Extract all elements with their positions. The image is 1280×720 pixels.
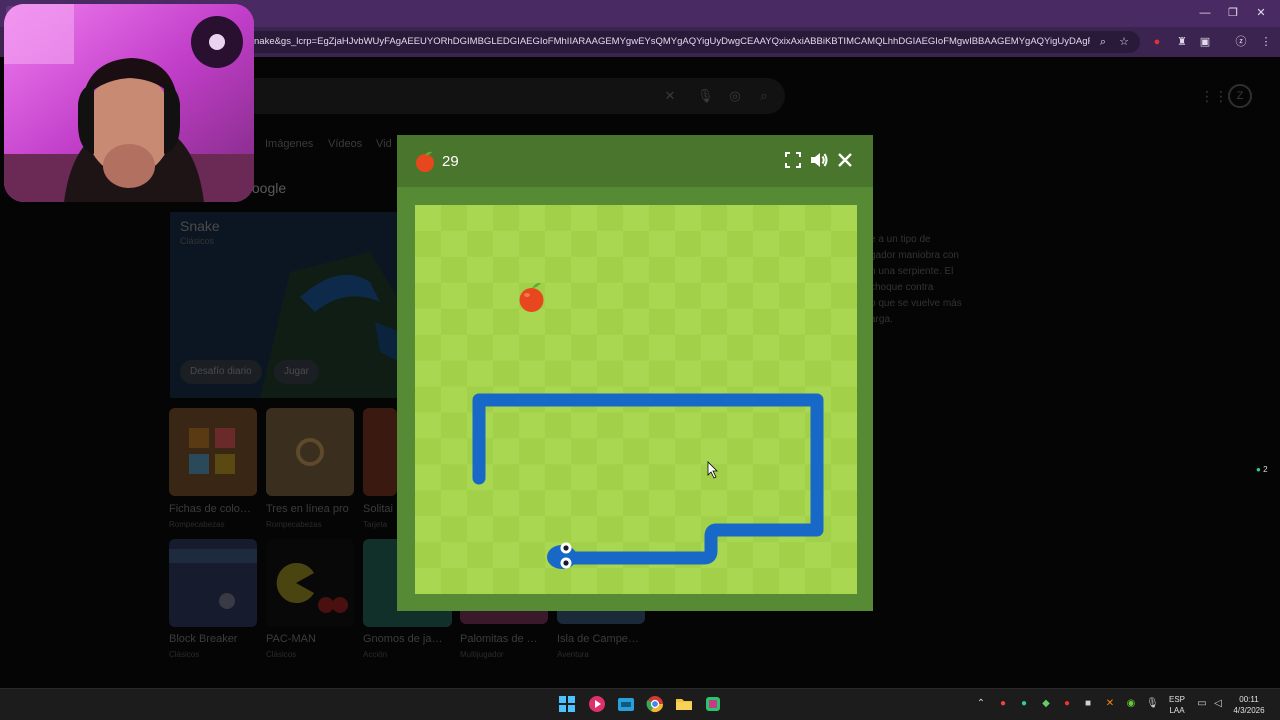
game-thumbnail-art	[266, 408, 354, 496]
game-category: Aventura	[557, 650, 589, 659]
game-category: Clásicos	[266, 650, 297, 659]
store-app-icon[interactable]	[617, 695, 635, 713]
game-title[interactable]: Block Breaker	[169, 633, 261, 645]
media-player-icon[interactable]	[588, 695, 606, 713]
clock-time[interactable]: 00:11	[1228, 695, 1270, 704]
game-thumbnail-art	[169, 539, 257, 627]
app-icon[interactable]	[704, 695, 722, 713]
close-icon[interactable]	[835, 150, 855, 170]
description-line: o que se vuelve más	[870, 298, 962, 309]
show-hidden-icons-icon[interactable]: ⌃	[975, 698, 987, 710]
language-sub-indicator[interactable]: LAA	[1166, 706, 1188, 715]
play-button[interactable]: Jugar	[274, 360, 320, 384]
voice-search-icon[interactable]: 🎙	[697, 88, 714, 104]
description-line: arga.	[870, 314, 893, 325]
game-title[interactable]: Solitai	[363, 503, 397, 515]
featured-game-title: Snake	[180, 218, 220, 234]
game-thumbnail[interactable]	[363, 408, 397, 496]
tray-app-icon[interactable]: ■	[1082, 698, 1094, 710]
tray-app-icon[interactable]: ●	[1061, 698, 1073, 710]
daily-challenge-button[interactable]: Desafío diario	[180, 360, 262, 384]
tray-app-icon[interactable]: ●	[1018, 698, 1030, 710]
game-title[interactable]: Isla de Campe…	[557, 633, 649, 645]
game-thumbnail[interactable]	[169, 408, 257, 496]
browser-menu-icon[interactable]: ⋮	[1259, 35, 1273, 49]
windows-start-icon[interactable]	[558, 695, 576, 713]
description-line: n una serpiente. El	[870, 266, 954, 277]
game-thumbnail[interactable]	[266, 539, 354, 627]
description-line: choque contra	[870, 282, 934, 293]
notification-badge[interactable]: ● 2	[1256, 465, 1278, 475]
close-window-icon[interactable]: ✕	[1252, 5, 1270, 21]
speaker-icon[interactable]: ◁	[1212, 698, 1224, 710]
profile-avatar-icon[interactable]: ⓩ	[1234, 35, 1248, 49]
snake-game-window: 29	[397, 135, 873, 611]
game-category: Tarjeta	[363, 520, 388, 529]
microphone-icon[interactable]: 🎙	[1146, 698, 1159, 710]
minimize-icon[interactable]: —	[1196, 5, 1214, 21]
game-thumbnail[interactable]	[266, 408, 354, 496]
streamer-webcam-image	[4, 4, 254, 202]
game-category: Acción	[363, 650, 388, 659]
tab-videos[interactable]: Vídeos	[328, 138, 362, 150]
webcam-overlay	[4, 4, 254, 202]
restore-icon[interactable]: ❐	[1224, 5, 1242, 21]
tray-app-icon[interactable]: ◆	[1040, 698, 1052, 710]
score-value: 29	[442, 153, 459, 170]
image-search-icon[interactable]: ◎	[727, 88, 743, 104]
extension-icon[interactable]: ♜	[1175, 35, 1189, 49]
network-icon[interactable]: ▭	[1196, 698, 1208, 710]
game-title[interactable]: Fichas de colo…	[169, 503, 261, 515]
clock-date[interactable]: 4/3/2026	[1228, 706, 1270, 715]
account-icon[interactable]: Z	[1228, 84, 1252, 108]
pacman-art	[266, 539, 354, 627]
game-category: Rompecabezas	[169, 520, 225, 529]
clear-search-icon[interactable]: ✕	[662, 88, 678, 104]
tab-more[interactable]: Vid	[376, 138, 392, 150]
tab-images[interactable]: Imágenes	[265, 138, 313, 150]
search-icon[interactable]: ⌕	[756, 88, 772, 104]
game-title[interactable]: Gnomos de ja…	[363, 633, 455, 645]
zoom-icon[interactable]: ⌕	[1096, 35, 1110, 49]
game-thumbnail-art	[169, 408, 257, 496]
game-title[interactable]: Palomitas de …	[460, 633, 552, 645]
game-category: Rompecabezas	[266, 520, 322, 529]
extensions-puzzle-icon[interactable]: ▣	[1198, 35, 1212, 49]
volume-icon[interactable]	[809, 150, 829, 170]
featured-game-category: Clásicos	[180, 236, 215, 246]
game-category: Clásicos	[169, 650, 200, 659]
notification-count: 2	[1263, 465, 1268, 474]
tray-app-icon[interactable]: ✕	[1104, 698, 1116, 710]
file-explorer-icon[interactable]	[675, 695, 693, 713]
description-line: gador maniobra con	[870, 250, 959, 261]
apple-icon	[416, 151, 434, 172]
tray-app-icon[interactable]: ◉	[1125, 698, 1137, 710]
game-title[interactable]: PAC-MAN	[266, 633, 358, 645]
url-text[interactable]: nake&gs_lcrp=EgZjaHJvbWUyFAgAEEUYORhDGIM…	[254, 36, 1090, 48]
google-apps-icon[interactable]: ⋮⋮	[1200, 88, 1228, 104]
chrome-icon[interactable]	[646, 695, 664, 713]
description-line: e a un tipo de	[870, 234, 931, 245]
bookmark-star-icon[interactable]: ☆	[1117, 35, 1131, 49]
notification-icon: ●	[1256, 465, 1261, 474]
game-category: Multijugador	[460, 650, 504, 659]
game-thumbnail[interactable]	[169, 539, 257, 627]
language-indicator[interactable]: ESP	[1166, 695, 1188, 704]
game-title[interactable]: Tres en línea pro	[266, 503, 358, 515]
tray-app-icon[interactable]: ●	[997, 698, 1009, 710]
game-description: e a un tipo de gador maniobra con n una …	[870, 232, 980, 328]
extension-red-icon[interactable]: ●	[1150, 35, 1164, 49]
game-board[interactable]	[415, 205, 857, 594]
fullscreen-icon[interactable]	[783, 150, 803, 170]
